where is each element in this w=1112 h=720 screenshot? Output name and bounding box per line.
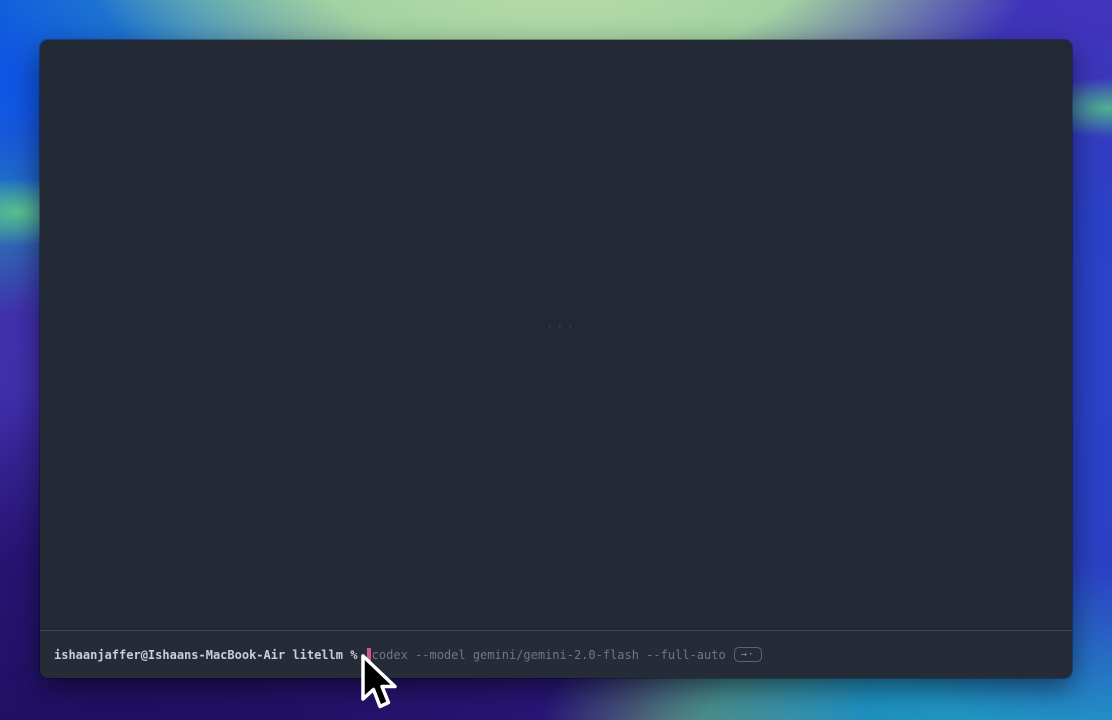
autosuggestion-text: codex --model gemini/gemini-2.0-flash --… xyxy=(372,648,726,662)
terminal-loading-dots: ··· xyxy=(546,320,577,334)
accept-suggestion-key-hint: →· xyxy=(734,647,762,662)
shell-prompt-label: ishaanjaffer@Ishaans-MacBook-Air litellm… xyxy=(54,648,365,662)
terminal-body: ··· xyxy=(40,40,1072,630)
terminal-window[interactable]: ··· ishaanjaffer@Ishaans-MacBook-Air lit… xyxy=(40,40,1072,678)
text-caret xyxy=(367,648,371,662)
desktop-wallpaper: ··· ishaanjaffer@Ishaans-MacBook-Air lit… xyxy=(0,0,1112,720)
shell-input-line[interactable]: ishaanjaffer@Ishaans-MacBook-Air litellm… xyxy=(54,647,762,662)
terminal-prompt-bar: ishaanjaffer@Ishaans-MacBook-Air litellm… xyxy=(40,631,1072,678)
